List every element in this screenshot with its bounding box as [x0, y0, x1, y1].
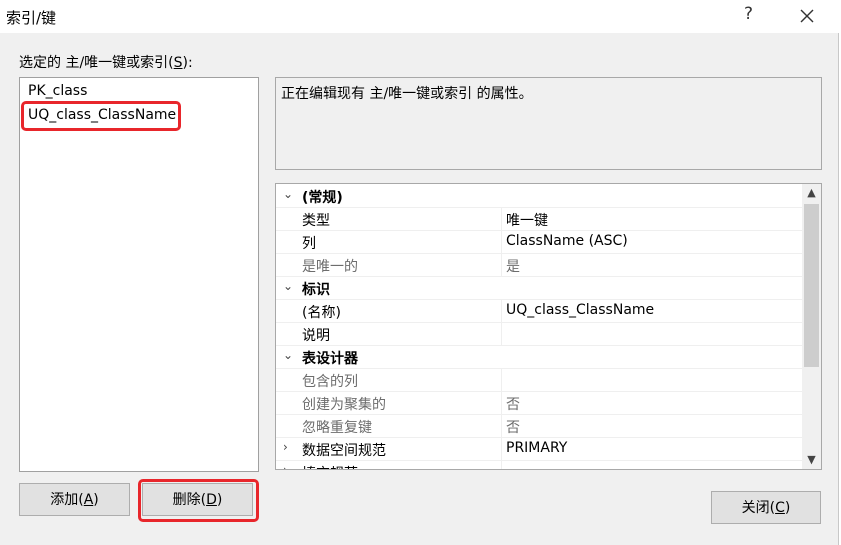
- description-text: 正在编辑现有 主/唯一键或索引 的属性。: [281, 86, 533, 102]
- column-divider: [501, 414, 502, 437]
- column-divider: [501, 322, 502, 345]
- index-list-label: 选定的 主/唯一键或索引(S):: [19, 55, 193, 71]
- property-name: 标识: [302, 282, 330, 298]
- scroll-thumb[interactable]: [804, 204, 819, 367]
- selected-item-highlight: [21, 101, 181, 131]
- column-divider: [501, 253, 502, 276]
- property-name: 说明: [302, 328, 330, 344]
- property-value[interactable]: UQ_class_ClassName: [506, 302, 654, 318]
- property-category[interactable]: ⌄ 标识: [276, 276, 802, 300]
- column-divider: [501, 230, 502, 253]
- list-item-pk-class[interactable]: PK_class: [28, 83, 87, 99]
- window-title: 索引/键: [6, 9, 57, 27]
- column-divider: [501, 299, 502, 322]
- collapse-icon[interactable]: ⌄: [283, 187, 293, 201]
- column-divider: [501, 460, 502, 469]
- property-name: 忽略重复键: [302, 420, 372, 436]
- close-button[interactable]: 关闭(C): [711, 491, 821, 524]
- delete-button-highlight: [138, 479, 259, 522]
- scroll-up-icon[interactable]: ▲: [802, 184, 821, 202]
- help-button[interactable]: ?: [744, 4, 753, 24]
- property-name: 是唯一的: [302, 259, 358, 275]
- close-icon[interactable]: [797, 6, 817, 26]
- property-row[interactable]: › 数据空间规范 PRIMARY: [276, 437, 802, 461]
- column-divider: [501, 391, 502, 414]
- property-category[interactable]: ⌄ (常规): [276, 184, 802, 208]
- property-name: 表设计器: [302, 351, 358, 367]
- property-name: (名称): [302, 305, 341, 321]
- property-row[interactable]: › 填充规范: [276, 460, 802, 469]
- property-name: 包含的列: [302, 374, 358, 390]
- property-row[interactable]: 列 ClassName (ASC): [276, 230, 802, 254]
- column-divider: [501, 437, 502, 460]
- expand-icon[interactable]: ›: [283, 440, 288, 454]
- property-value[interactable]: ClassName (ASC): [506, 233, 628, 249]
- property-row[interactable]: 创建为聚集的 否: [276, 391, 802, 415]
- column-divider: [501, 368, 502, 391]
- property-name: 数据空间规范: [302, 443, 386, 459]
- property-value[interactable]: 唯一键: [506, 210, 548, 230]
- index-list[interactable]: PK_class UQ_class_ClassName: [19, 77, 259, 472]
- property-grid[interactable]: ⌄ (常规) 类型 唯一键列 ClassName (ASC) 是唯一的 是 ⌄ 标识 (名称) UQ…: [275, 183, 822, 470]
- collapse-icon[interactable]: ⌄: [283, 279, 293, 293]
- property-row[interactable]: (名称) UQ_class_ClassName: [276, 299, 802, 323]
- property-row[interactable]: 是唯一的 是: [276, 253, 802, 277]
- expand-icon[interactable]: ›: [283, 463, 288, 469]
- scroll-down-icon[interactable]: ▼: [802, 451, 821, 469]
- property-name: 创建为聚集的: [302, 397, 386, 413]
- column-divider: [501, 207, 502, 230]
- property-row[interactable]: 包含的列: [276, 368, 802, 392]
- property-row[interactable]: 类型 唯一键: [276, 207, 802, 231]
- property-value[interactable]: PRIMARY: [506, 440, 567, 456]
- property-row[interactable]: 忽略重复键 否: [276, 414, 802, 438]
- title-bar: 索引/键 ?: [0, 0, 841, 33]
- property-value[interactable]: 否: [506, 394, 520, 414]
- collapse-icon[interactable]: ⌄: [283, 348, 293, 362]
- property-name: 列: [302, 236, 316, 252]
- property-name: (常规): [302, 190, 343, 206]
- property-row[interactable]: 说明: [276, 322, 802, 346]
- property-category[interactable]: ⌄ 表设计器: [276, 345, 802, 369]
- add-button[interactable]: 添加(A): [19, 483, 130, 516]
- property-value[interactable]: 是: [506, 256, 520, 276]
- property-name: 类型: [302, 213, 330, 229]
- property-value[interactable]: 否: [506, 417, 520, 437]
- property-name: 填充规范: [302, 463, 358, 469]
- description-panel: 正在编辑现有 主/唯一键或索引 的属性。: [275, 77, 822, 170]
- property-grid-scrollbar[interactable]: ▲ ▼: [802, 184, 821, 469]
